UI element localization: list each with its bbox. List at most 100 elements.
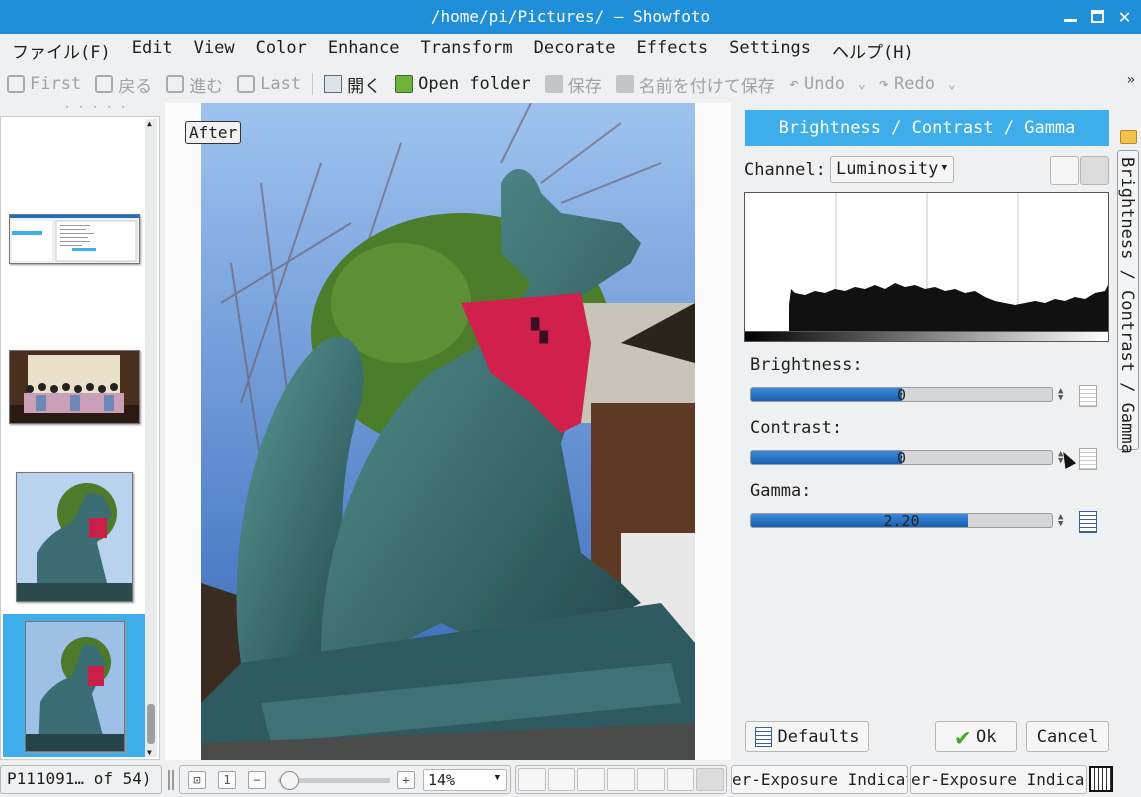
- zoom-fit-icon[interactable]: ⊡: [188, 771, 206, 789]
- view-mode-button[interactable]: [518, 768, 546, 791]
- save-as-button[interactable]: 名前を付けて保存: [609, 69, 782, 99]
- preview-photo: ▚: [201, 103, 695, 760]
- under-exposure-label: er-Exposure Indicat: [732, 770, 908, 789]
- side-tab-tool[interactable]: Brightness / Contrast / Gamma: [1117, 150, 1139, 454]
- file-info: P111091… of 54): [0, 765, 162, 794]
- maximize-icon[interactable]: [1089, 8, 1106, 25]
- zoom-value: 14%: [428, 771, 456, 789]
- brightness-value: 0: [896, 387, 907, 402]
- under-exposure-indicator[interactable]: er-Exposure Indicat: [731, 765, 908, 794]
- statusbar-grip[interactable]: [168, 770, 174, 790]
- window-title: /home/pi/Pictures/ — Showfoto: [430, 7, 711, 26]
- brightness-reset-icon[interactable]: [1079, 385, 1097, 407]
- panel-grip[interactable]: · · · · ·: [64, 102, 127, 113]
- view-mode-button[interactable]: [666, 768, 695, 791]
- after-overlay-label: After: [185, 121, 242, 144]
- undo-button[interactable]: ↶ Undo: [782, 69, 852, 99]
- histogram-plot: [745, 193, 1108, 331]
- gamma-reset-icon[interactable]: [1079, 511, 1097, 533]
- menu-enhance[interactable]: Enhance: [316, 36, 409, 64]
- thumbnail-screenshot-image: [10, 215, 139, 262]
- toolbar-overflow-button[interactable]: »: [1127, 72, 1135, 88]
- image-canvas[interactable]: ▚ After: [165, 103, 731, 760]
- save-button[interactable]: 保存: [538, 69, 609, 99]
- title-bar: /home/pi/Pictures/ — Showfoto ✕: [0, 0, 1141, 34]
- thumbnail-scrollbar[interactable]: ▲ ▼: [145, 119, 157, 757]
- view-mode-button[interactable]: [607, 768, 635, 791]
- thumbnail-fox-2-selected[interactable]: [25, 621, 125, 752]
- menu-transform[interactable]: Transform: [408, 36, 521, 64]
- histogram: [744, 192, 1109, 332]
- scroll-handle[interactable]: [147, 704, 155, 744]
- first-button[interactable]: First: [0, 69, 88, 99]
- zoom-out-icon[interactable]: −: [248, 771, 266, 789]
- open-button[interactable]: 開く: [317, 69, 388, 99]
- scroll-up-icon[interactable]: ▲: [147, 119, 152, 128]
- menu-color[interactable]: Color: [244, 36, 316, 64]
- thumbnail-fox-1[interactable]: [16, 472, 133, 602]
- back-icon: [95, 75, 114, 93]
- view-mode-buttons: [515, 765, 727, 794]
- thumbnail-screenshot[interactable]: [9, 214, 140, 264]
- forward-button[interactable]: 進む: [159, 69, 230, 99]
- save-as-label: 名前を付けて保存: [638, 76, 775, 97]
- last-label: Last: [260, 74, 302, 94]
- color-managed-view-icon[interactable]: [1089, 766, 1113, 792]
- view-mode-button[interactable]: [636, 768, 665, 791]
- linear-scale-button[interactable]: [1050, 156, 1079, 185]
- menu-help[interactable]: ヘルプ(H): [820, 36, 923, 64]
- ok-label: Ok: [975, 726, 997, 747]
- forward-label: 進む: [189, 76, 224, 97]
- zoom-100-icon[interactable]: 1: [218, 771, 236, 789]
- contrast-value: 0: [896, 450, 907, 465]
- last-button[interactable]: Last: [230, 69, 308, 99]
- save-as-icon: [615, 75, 634, 93]
- channel-value: Luminosity: [836, 159, 939, 179]
- redo-dropdown-icon[interactable]: ⌄: [942, 77, 962, 92]
- view-mode-button[interactable]: [547, 768, 576, 791]
- ok-button[interactable]: ✔ Ok: [935, 721, 1017, 752]
- zoom-combo[interactable]: 14% ▼: [423, 769, 507, 791]
- zoom-in-icon[interactable]: +: [397, 771, 415, 789]
- menu-view[interactable]: View: [182, 36, 244, 64]
- channel-select[interactable]: Luminosity ▼: [830, 156, 954, 183]
- menu-file[interactable]: ファイル(F): [0, 36, 120, 64]
- save-icon: [544, 75, 563, 93]
- minimize-icon[interactable]: [1062, 8, 1079, 25]
- brightness-spin-arrows[interactable]: ▲ ▼: [1058, 387, 1063, 403]
- redo-button[interactable]: ↷ Redo: [872, 69, 942, 99]
- document-icon: [324, 75, 343, 93]
- gamma-slider[interactable]: 2.20: [750, 513, 1053, 528]
- contrast-slider[interactable]: 0: [750, 450, 1053, 465]
- thumbnail-group-photo[interactable]: [9, 350, 140, 424]
- first-icon: [7, 75, 25, 93]
- forward-icon: [166, 75, 185, 93]
- undo-dropdown-icon[interactable]: ⌄: [852, 77, 872, 92]
- back-label: 戻る: [118, 76, 153, 97]
- brightness-slider[interactable]: 0: [750, 387, 1053, 402]
- cancel-label: Cancel: [1036, 726, 1099, 747]
- menu-effects[interactable]: Effects: [624, 36, 717, 64]
- menu-settings[interactable]: Settings: [717, 36, 820, 64]
- open-folder-button[interactable]: Open folder: [388, 69, 538, 99]
- cancel-button[interactable]: Cancel: [1026, 721, 1109, 752]
- image-folder-icon: [395, 75, 414, 93]
- folder-icon[interactable]: [1120, 130, 1137, 144]
- zoom-slider-handle[interactable]: [280, 771, 299, 790]
- over-exposure-indicator[interactable]: er-Exposure Indica: [910, 765, 1087, 794]
- scroll-down-icon[interactable]: ▼: [147, 748, 152, 757]
- log-scale-button[interactable]: [1080, 156, 1109, 185]
- view-mode-button[interactable]: [577, 768, 606, 791]
- channel-label: Channel:: [744, 160, 826, 180]
- open-folder-label: Open folder: [418, 74, 531, 94]
- view-mode-button[interactable]: [696, 768, 725, 791]
- fox-statue-photo: ▚: [201, 103, 695, 760]
- gamma-spin-arrows[interactable]: ▲ ▼: [1058, 513, 1063, 529]
- close-icon[interactable]: ✕: [1116, 6, 1133, 26]
- contrast-reset-icon[interactable]: [1079, 448, 1097, 470]
- zoom-controls: ⊡ 1 − + 14% ▼: [179, 765, 511, 794]
- menu-decorate[interactable]: Decorate: [522, 36, 625, 64]
- menu-edit[interactable]: Edit: [120, 36, 182, 64]
- back-button[interactable]: 戻る: [88, 69, 159, 99]
- defaults-button[interactable]: Defaults: [745, 721, 869, 752]
